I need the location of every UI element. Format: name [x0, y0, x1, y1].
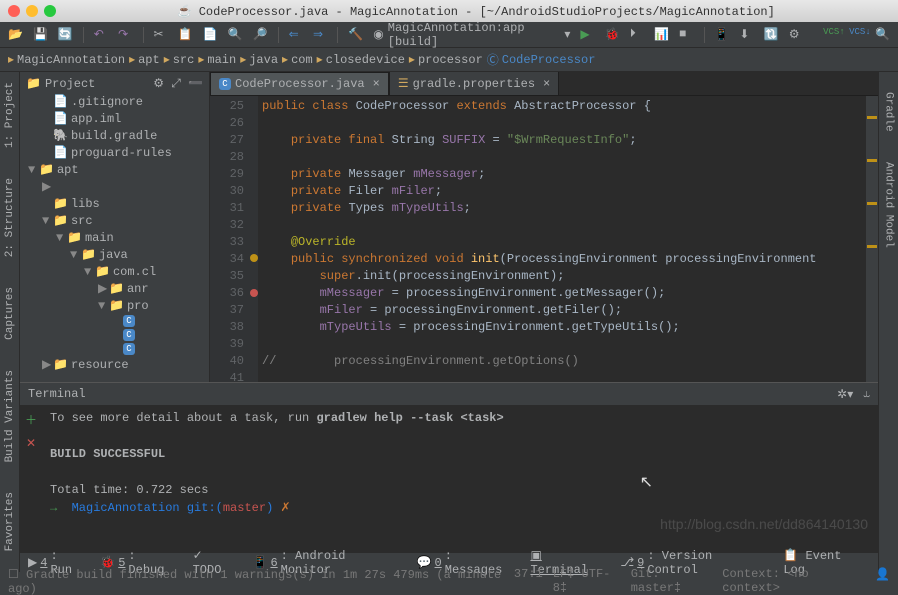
settings-icon[interactable]: ⚙ — [789, 27, 803, 43]
encoding[interactable]: LF‡ UTF-8‡ — [553, 567, 621, 595]
paste-icon[interactable]: 📄 — [203, 27, 218, 43]
minimize-window[interactable] — [26, 5, 38, 17]
tab-captures[interactable]: Captures — [4, 287, 16, 340]
build-message: Gradle build finished with 1 warnings(s)… — [8, 568, 501, 595]
bc-7[interactable]: ▸processor — [409, 52, 483, 67]
replace-icon[interactable]: 🔎 — [253, 27, 268, 43]
sdk-icon[interactable]: ⬇ — [739, 27, 753, 43]
line-gutter: 252627282930313233343536373839404142 — [210, 96, 250, 382]
run-icon[interactable]: ▶ — [580, 27, 594, 43]
tab-favorites[interactable]: Favorites — [4, 492, 16, 551]
tree-node[interactable]: ▼📁main — [20, 229, 209, 246]
watermark: http://blog.csdn.net/dd864140130 — [660, 516, 868, 532]
bc-5[interactable]: ▸com — [282, 52, 313, 67]
gear-icon[interactable]: ✲▾ — [837, 387, 853, 402]
find-icon[interactable]: 🔍 — [228, 27, 243, 43]
tree-node[interactable]: C — [20, 314, 209, 328]
editor-tabs: CCodeProcessor.java× ☰gradle.properties× — [210, 72, 878, 96]
refresh-icon[interactable]: 🔄 — [58, 27, 73, 43]
tree-node[interactable]: ▼📁java — [20, 246, 209, 263]
undo-icon[interactable]: ↶ — [94, 27, 108, 43]
bc-3[interactable]: ▸main — [198, 52, 236, 67]
vcs-down-icon[interactable]: VCS↓ — [849, 27, 865, 43]
inspector-icon[interactable]: 👤 — [875, 567, 890, 595]
close-session-icon[interactable]: ✕ — [26, 436, 36, 451]
maximize-window[interactable] — [44, 5, 56, 17]
run-config-selector[interactable]: ◉ MagicAnnotation:app [build] ▾ — [373, 21, 570, 49]
tree-node[interactable]: 📄.gitignore — [20, 93, 209, 110]
tree-node[interactable]: C — [20, 328, 209, 342]
editor-tab-0[interactable]: CCodeProcessor.java× — [210, 72, 389, 95]
tree-node[interactable]: 📁libs — [20, 195, 209, 212]
error-mark-icon[interactable] — [250, 289, 258, 297]
avd-icon[interactable]: 📱 — [714, 27, 729, 43]
new-session-icon[interactable]: ＋ — [25, 411, 37, 428]
tree-node[interactable]: ▼📁apt — [20, 161, 209, 178]
warning-mark-icon[interactable] — [250, 254, 258, 262]
tab-build-variants[interactable]: Build Variants — [4, 370, 16, 462]
save-icon[interactable]: 💾 — [33, 27, 48, 43]
close-tab-icon[interactable]: × — [543, 77, 550, 91]
tree-node[interactable]: ▶ — [20, 178, 209, 195]
main-toolbar: 📂 💾 🔄 ↶ ↷ ✂ 📋 📄 🔍 🔎 ⇐ ⇒ 🔨 ◉ MagicAnnotat… — [0, 22, 898, 48]
tree-node[interactable]: C — [20, 342, 209, 356]
stop-icon[interactable]: ■ — [679, 27, 693, 43]
bc-8[interactable]: Ⓒ CodeProcessor — [487, 51, 596, 68]
profile-icon[interactable]: 📊 — [654, 27, 669, 43]
debug-icon[interactable]: 🐞 — [605, 27, 620, 43]
tree-node[interactable]: 🐘build.gradle — [20, 127, 209, 144]
close-tab-icon[interactable]: × — [373, 77, 380, 91]
bc-4[interactable]: ▸java — [240, 52, 278, 67]
tab-gradle[interactable]: Gradle — [883, 92, 895, 132]
open-icon[interactable]: 📂 — [8, 27, 23, 43]
window-title: ☕ CodeProcessor.java - MagicAnnotation -… — [62, 4, 890, 19]
titlebar: ☕ CodeProcessor.java - MagicAnnotation -… — [0, 0, 898, 22]
tree-node[interactable]: ▼📁src — [20, 212, 209, 229]
project-tree: 📁 Project ⚙ ⤢ ➖ 📄.gitignore📄app.iml🐘buil… — [20, 72, 210, 382]
left-tool-tabs: 1: Project 2: Structure Captures Build V… — [0, 72, 20, 572]
tree-header[interactable]: 📁 Project ⚙ ⤢ ➖ — [20, 74, 209, 93]
cut-icon[interactable]: ✂ — [153, 27, 167, 43]
vcs-up-icon[interactable]: VCS↑ — [823, 27, 839, 43]
search-icon[interactable]: 🔍 — [875, 27, 890, 43]
gutter-marks — [250, 96, 258, 382]
sync-icon[interactable]: 🔃 — [764, 27, 779, 43]
tree-node[interactable]: ▶📁anr — [20, 280, 209, 297]
copy-icon[interactable]: 📋 — [178, 27, 193, 43]
breadcrumb: ▸MagicAnnotation ▸apt ▸src ▸main ▸java ▸… — [0, 48, 898, 72]
bc-0[interactable]: ▸MagicAnnotation — [8, 52, 125, 67]
editor: CCodeProcessor.java× ☰gradle.properties×… — [210, 72, 878, 382]
redo-icon[interactable]: ↷ — [118, 27, 132, 43]
minimize-icon[interactable]: ⥿ — [863, 387, 870, 402]
editor-tab-1[interactable]: ☰gradle.properties× — [389, 72, 559, 95]
attach-icon[interactable]: ⏵ — [630, 27, 644, 43]
tree-node[interactable]: ▼📁pro — [20, 297, 209, 314]
terminal-title: Terminal — [28, 387, 86, 401]
context[interactable]: Context: <no context> — [722, 567, 865, 595]
close-window[interactable] — [8, 5, 20, 17]
tab-project[interactable]: 1: Project — [4, 82, 16, 148]
bc-1[interactable]: ▸apt — [129, 52, 160, 67]
bc-6[interactable]: ▸closedevice — [317, 52, 405, 67]
caret-pos[interactable]: 37:1 — [514, 567, 543, 595]
tree-node[interactable]: ▶📁resource — [20, 356, 209, 373]
bc-2[interactable]: ▸src — [164, 52, 195, 67]
code-area[interactable]: public class CodeProcessor extends Abstr… — [258, 96, 866, 382]
tree-node[interactable]: 📄app.iml — [20, 110, 209, 127]
marker-strip[interactable] — [866, 96, 878, 382]
cursor-icon: ↖ — [640, 472, 653, 492]
tree-node[interactable]: ▼📁com.cl — [20, 263, 209, 280]
tab-structure[interactable]: 2: Structure — [4, 178, 16, 257]
forward-icon[interactable]: ⇒ — [313, 27, 327, 43]
tab-android-model[interactable]: Android Model — [883, 162, 895, 248]
make-icon[interactable]: 🔨 — [348, 27, 363, 43]
right-tool-tabs: Gradle Android Model — [878, 72, 898, 572]
back-icon[interactable]: ⇐ — [289, 27, 303, 43]
tree-node[interactable]: 📄proguard-rules — [20, 144, 209, 161]
git-branch[interactable]: Git: master‡ — [631, 567, 713, 595]
bottom-bar: ☐ Gradle build finished with 1 warnings(… — [0, 572, 898, 590]
